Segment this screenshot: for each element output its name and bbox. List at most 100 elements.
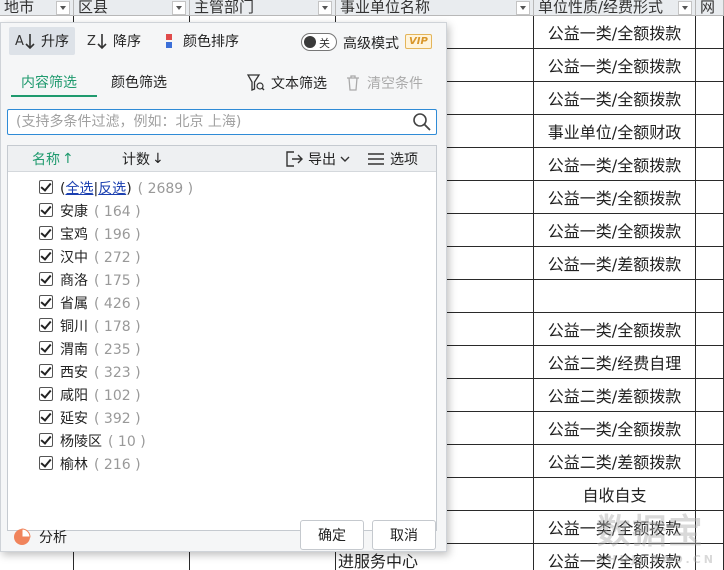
filter-dropdown-icon[interactable] <box>56 1 70 15</box>
item-checkbox[interactable] <box>39 272 53 286</box>
item-checkbox[interactable] <box>39 364 53 378</box>
column-header-type[interactable]: 单位性质/经费形式 <box>534 0 696 16</box>
color-sort-button[interactable]: 颜色排序 <box>157 27 245 55</box>
item-checkbox[interactable] <box>39 433 53 447</box>
analysis-button[interactable]: 分析 <box>13 527 67 547</box>
unit-type-cell[interactable]: 公益一类/全额拨款 <box>534 412 696 444</box>
sheet-cell[interactable] <box>696 181 724 213</box>
unit-type-cell[interactable]: 事业单位/全额财政 <box>534 115 696 147</box>
chevron-down-icon <box>340 156 350 162</box>
unit-type-cell[interactable]: 公益二类/差额拨款 <box>534 379 696 411</box>
filter-dropdown-icon[interactable] <box>172 1 186 15</box>
list-item[interactable]: 铜川( 178 ) <box>8 314 436 337</box>
item-count: ( 426 ) <box>94 296 141 312</box>
sheet-cell[interactable] <box>696 82 724 114</box>
item-checkbox[interactable] <box>39 295 53 309</box>
column-header-city[interactable]: 地市 <box>0 0 74 16</box>
ok-button[interactable]: 确定 <box>300 520 364 550</box>
sheet-cell[interactable] <box>696 346 724 378</box>
item-label: 咸阳( 102 ) <box>60 388 141 404</box>
watermark-sub: SHUJUBAO.CN <box>596 553 716 566</box>
item-count: ( 272 ) <box>94 250 141 266</box>
pie-chart-icon <box>14 528 31 545</box>
unit-type-cell[interactable]: 公益一类/全额拨款 <box>534 82 696 114</box>
column-header-unit[interactable]: 事业单位名称 <box>336 0 534 16</box>
list-item[interactable]: 省属( 426 ) <box>8 291 436 314</box>
clear-conditions-button[interactable]: 清空条件 <box>345 73 423 93</box>
list-item[interactable]: 安康( 164 ) <box>8 199 436 222</box>
list-item[interactable]: 渭南( 235 ) <box>8 337 436 360</box>
unit-type-cell[interactable]: 公益一类/差额拨款 <box>534 247 696 279</box>
value-list-header: 名称 ↑ 计数 ↓ 导出 选项 <box>8 146 436 172</box>
column-header-dept[interactable]: 主管部门 <box>190 0 336 16</box>
select-all-checkbox[interactable] <box>39 180 53 194</box>
item-checkbox[interactable] <box>39 226 53 240</box>
list-item[interactable]: 西安( 323 ) <box>8 360 436 383</box>
unit-type-cell[interactable]: 公益二类/经费自理 <box>534 346 696 378</box>
item-checkbox[interactable] <box>39 387 53 401</box>
sheet-cell[interactable] <box>696 379 724 411</box>
select-all-link[interactable]: 全选 <box>65 181 93 197</box>
filter-dropdown-icon[interactable] <box>678 1 692 15</box>
export-icon <box>286 151 303 167</box>
tab-content-filter[interactable]: 内容筛选 <box>21 71 77 97</box>
list-item[interactable]: 延安( 392 ) <box>8 406 436 429</box>
list-item[interactable]: 杨陵区( 10 ) <box>8 429 436 452</box>
sheet-cell[interactable] <box>696 280 724 312</box>
column-header-extra[interactable]: 网 <box>696 0 724 16</box>
list-item[interactable]: 汉中( 272 ) <box>8 245 436 268</box>
sheet-cell[interactable] <box>696 148 724 180</box>
export-button[interactable]: 导出 <box>284 146 354 172</box>
unit-type-cell[interactable]: 公益一类/全额拨款 <box>534 181 696 213</box>
unit-type-cell[interactable]: 公益一类/全额拨款 <box>534 16 696 48</box>
sheet-cell[interactable] <box>696 313 724 345</box>
sort-by-name-header[interactable]: 名称 ↑ <box>32 146 74 172</box>
item-checkbox[interactable] <box>39 410 53 424</box>
item-checkbox[interactable] <box>39 249 53 263</box>
unit-type-cell[interactable]: 公益一类/全额拨款 <box>534 49 696 81</box>
search-icon[interactable] <box>412 112 432 132</box>
sheet-cell[interactable] <box>696 49 724 81</box>
filter-dropdown-icon[interactable] <box>318 1 332 15</box>
unit-type-cell[interactable]: 公益一类/全额拨款 <box>534 313 696 345</box>
invert-selection-link[interactable]: 反选 <box>98 181 126 197</box>
filter-search-input[interactable] <box>8 110 404 134</box>
item-checkbox[interactable] <box>39 203 53 217</box>
sort-ascending-button[interactable]: A 升序 <box>9 27 75 55</box>
text-filter-button[interactable]: 文本筛选 <box>247 73 327 93</box>
count-header-label: 计数 <box>122 152 150 168</box>
sort-by-count-header[interactable]: 计数 ↓ <box>122 146 164 172</box>
filter-dropdown-icon[interactable] <box>516 1 530 15</box>
unit-type-cell[interactable]: 公益二类/差额拨款 <box>534 445 696 477</box>
funnel-icon <box>247 74 265 91</box>
list-item[interactable]: 榆林( 216 ) <box>8 452 436 475</box>
item-count: ( 235 ) <box>94 342 141 358</box>
unit-type-cell[interactable] <box>534 280 696 312</box>
sheet-cell[interactable] <box>696 115 724 147</box>
item-label: 汉中( 272 ) <box>60 250 141 266</box>
sheet-cell[interactable] <box>696 214 724 246</box>
advanced-mode-label: 高级模式 <box>343 36 399 52</box>
sheet-cell[interactable] <box>696 16 724 48</box>
sheet-cell[interactable] <box>696 247 724 279</box>
item-count: ( 164 ) <box>94 204 141 220</box>
item-checkbox[interactable] <box>39 341 53 355</box>
item-count: ( 10 ) <box>108 434 146 450</box>
sheet-cell[interactable] <box>696 445 724 477</box>
sort-descending-button[interactable]: Z 降序 <box>81 27 147 55</box>
options-button[interactable]: 选项 <box>366 146 418 172</box>
unit-type-cell[interactable]: 公益一类/全额拨款 <box>534 148 696 180</box>
item-checkbox[interactable] <box>39 456 53 470</box>
list-item[interactable]: 宝鸡( 196 ) <box>8 222 436 245</box>
cancel-button[interactable]: 取消 <box>372 520 436 550</box>
item-checkbox[interactable] <box>39 318 53 332</box>
unit-type-cell[interactable]: 公益一类/全额拨款 <box>534 214 696 246</box>
sheet-cell[interactable] <box>696 412 724 444</box>
tab-color-filter[interactable]: 颜色筛选 <box>111 71 167 97</box>
item-count: ( 178 ) <box>94 319 141 335</box>
column-header-county[interactable]: 区县 <box>74 0 190 16</box>
watermark-logo: 数据宝 SHUJUBAO.CN <box>596 504 716 566</box>
advanced-mode-toggle[interactable]: 关 <box>301 33 337 51</box>
list-item[interactable]: 商洛( 175 ) <box>8 268 436 291</box>
list-item[interactable]: 咸阳( 102 ) <box>8 383 436 406</box>
